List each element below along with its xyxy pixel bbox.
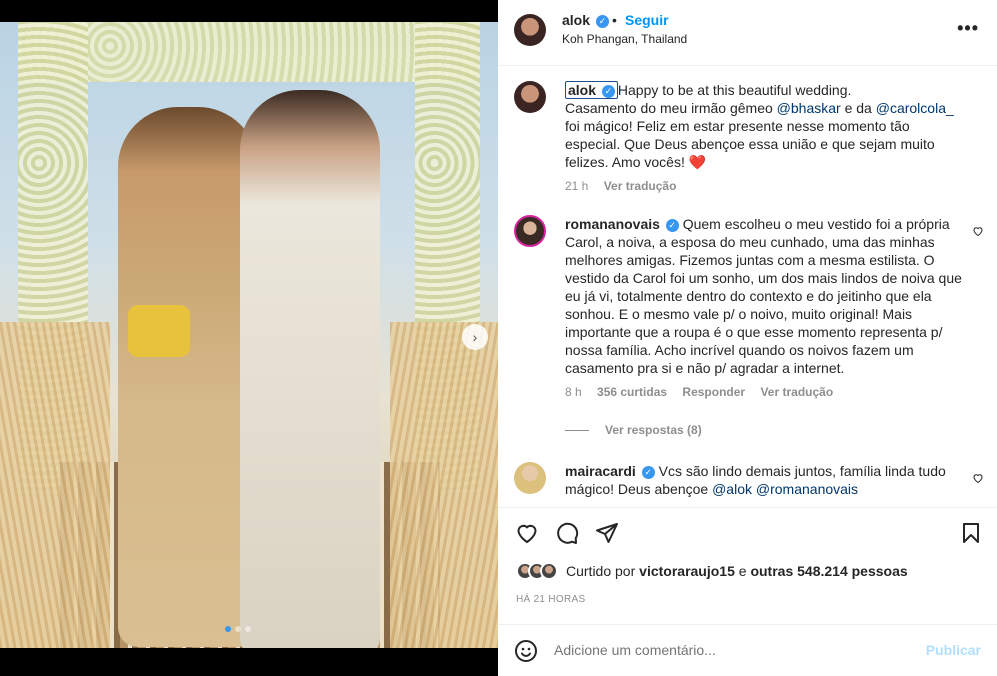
view-replies-button[interactable]: Ver respostas (8) [565, 423, 702, 437]
caption-text: foi mágico! Feliz em estar presente ness… [565, 118, 935, 170]
post-sidebar: alok ✓ • Seguir Koh Phangan, Thailand ••… [498, 0, 997, 676]
comments-list[interactable]: alok ✓ Happy to be at this beautiful wedd… [498, 67, 997, 507]
verified-icon: ✓ [601, 84, 615, 98]
commenter-avatar[interactable] [514, 462, 546, 494]
carousel-dot [225, 626, 231, 632]
mention-link[interactable]: @romananovais [756, 481, 858, 497]
liked-prefix: Curtido por [566, 563, 636, 579]
comment-bubble-icon[interactable] [554, 520, 580, 546]
liker-avatar[interactable] [540, 562, 558, 580]
verified-icon: ✓ [665, 218, 679, 232]
save-bookmark-icon[interactable] [958, 520, 984, 546]
bride-figure [118, 107, 258, 647]
carousel-dot [245, 626, 251, 632]
reply-button[interactable]: Responder [682, 385, 745, 399]
translate-link[interactable]: Ver tradução [760, 385, 833, 399]
emoji-icon[interactable] [514, 639, 538, 663]
liked-by: Curtido por victoraraujo15 e outras 548.… [516, 562, 908, 580]
share-paper-plane-icon[interactable] [594, 520, 620, 546]
separator-dot: • [612, 12, 617, 28]
comment-likes[interactable]: 356 curtidas [597, 385, 667, 399]
comment-body: romananovais ✓ Quem escolheu o meu vesti… [565, 215, 963, 401]
like-heart-icon[interactable] [514, 520, 540, 546]
chevron-right-icon: › [472, 329, 478, 345]
post-header: alok ✓ • Seguir Koh Phangan, Thailand ••… [498, 0, 997, 66]
publish-button[interactable]: Publicar [926, 642, 981, 658]
mention-link[interactable]: @alok [712, 481, 752, 497]
commenter-username[interactable]: romananovais ✓ [565, 216, 679, 232]
comment-text: Quem escolheu o meu vestido foi a própri… [565, 216, 962, 376]
view-replies-label: Ver respostas (8) [605, 423, 702, 437]
carousel-next-button[interactable]: › [462, 324, 488, 350]
groom-figure [240, 90, 380, 648]
instagram-post-view: › alok ✓ • Seguir Koh Phangan, Thailand … [0, 0, 997, 676]
author-avatar[interactable] [514, 81, 546, 113]
comment-time[interactable]: 8 h [565, 385, 582, 399]
liked-by-text: Curtido por victoraraujo15 e outras 548.… [566, 563, 908, 579]
verified-icon: ✓ [595, 14, 609, 28]
heart-emoji: ❤️ [688, 154, 707, 170]
photo-pane: › [0, 0, 498, 676]
mention-link[interactable]: @bhaskar [777, 100, 841, 116]
pampas-grass-right [390, 322, 498, 648]
mention-link[interactable]: @carolcola_ [876, 100, 954, 116]
caption-body: alok ✓ Happy to be at this beautiful wedd… [565, 81, 963, 195]
add-comment-bar: Publicar [498, 624, 997, 676]
translate-link[interactable]: Ver tradução [604, 179, 677, 193]
action-bar [498, 507, 997, 557]
carousel-dot [235, 626, 241, 632]
caption-line1: Happy to be at this beautiful wedding. [617, 82, 852, 98]
caption-text: Casamento do meu irmão gêmeo [565, 100, 777, 116]
commenter-avatar[interactable] [514, 215, 546, 247]
comment-body: mairacardi ✓ Vcs são lindo demais juntos… [565, 462, 963, 498]
comment-like-heart-icon[interactable] [972, 225, 984, 240]
author-avatar[interactable] [514, 14, 546, 46]
comment-like-heart-icon[interactable] [972, 472, 984, 487]
comment-input[interactable] [554, 642, 914, 658]
liked-mid: e [738, 563, 747, 579]
more-options-icon[interactable]: ••• [957, 18, 979, 39]
caption-time[interactable]: 21 h [565, 179, 588, 193]
caption-username[interactable]: alok ✓ [565, 81, 618, 99]
pampas-grass-left [0, 322, 110, 648]
commenter-username[interactable]: mairacardi ✓ [565, 463, 655, 479]
carousel-dots [225, 626, 251, 632]
liked-others-link[interactable]: outras 548.214 pessoas [750, 563, 907, 579]
comment-meta: 8 h 356 curtidas Responder Ver tradução [565, 383, 963, 401]
author-username[interactable]: alok ✓ [562, 12, 609, 28]
gold-clutch [128, 305, 190, 357]
post-photo[interactable] [0, 22, 498, 648]
caption-text: e da [840, 100, 876, 116]
post-timestamp[interactable]: HÁ 21 HORAS [516, 594, 585, 605]
replies-divider [565, 429, 589, 431]
follow-button[interactable]: Seguir [625, 12, 669, 28]
post-location[interactable]: Koh Phangan, Thailand [562, 32, 687, 46]
verified-icon: ✓ [641, 465, 655, 479]
liked-user-link[interactable]: victoraraujo15 [639, 563, 735, 579]
caption-meta: 21 h Ver tradução [565, 177, 963, 195]
